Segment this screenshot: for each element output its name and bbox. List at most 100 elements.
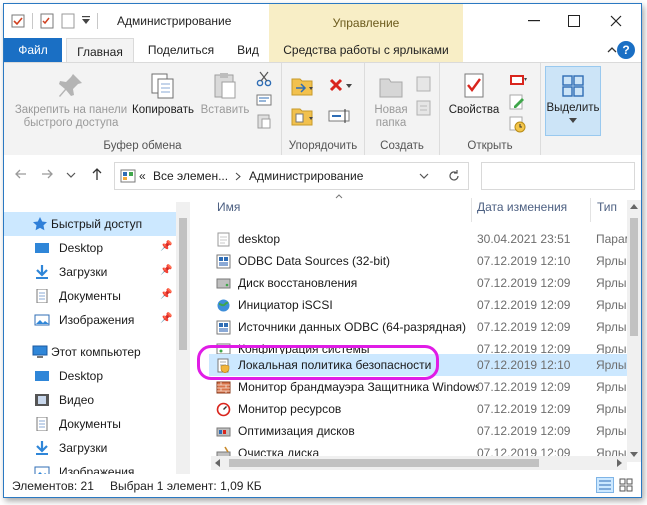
nav-quick-documents[interactable]: Документы 📌 — [4, 284, 176, 308]
select-all-icon — [562, 75, 584, 97]
nav-quick-pictures[interactable]: Изображения 📌 — [4, 308, 176, 332]
tab-share[interactable]: Поделиться — [137, 38, 225, 62]
large-icons-view-icon[interactable] — [618, 477, 634, 493]
file-row[interactable]: Оптимизация дисков 07.12.2019 12:09 Ярлы… — [209, 420, 628, 442]
pictures-icon — [34, 466, 50, 474]
file-row[interactable]: Монитор брандмауэра Защитника Windows 07… — [209, 376, 628, 398]
column-header-date[interactable]: Дата изменения — [477, 200, 567, 222]
breadcrumb-administration[interactable]: Администрирование — [249, 169, 363, 183]
up-icon[interactable] — [90, 167, 104, 181]
paste-button[interactable]: Вставить — [198, 71, 252, 117]
status-bar: Элементов: 21 Выбран 1 элемент: 1,09 КБ — [4, 474, 641, 497]
pin-quick-access-button[interactable]: Закрепить на панели быстрого доступа — [10, 71, 132, 130]
ribbon-tabs: Файл Главная Поделиться Вид Средства раб… — [4, 38, 641, 64]
nav-quick-desktop[interactable]: Desktop 📌 — [4, 236, 176, 260]
column-header-type[interactable]: Тип — [597, 200, 617, 222]
tab-shortcut-tools[interactable]: Средства работы с ярлыками — [269, 38, 463, 62]
details-view-icon[interactable] — [596, 477, 614, 493]
pin-icon — [59, 74, 82, 97]
recent-locations-icon[interactable] — [66, 171, 76, 179]
minimize-icon — [528, 20, 540, 22]
ribbon: Закрепить на панели быстрого доступа Коп… — [4, 62, 641, 156]
file-row[interactable]: Инициатор iSCSI 07.12.2019 12:09 Ярлык — [209, 294, 628, 316]
search-input[interactable] — [481, 162, 635, 190]
edit-icon[interactable] — [508, 93, 526, 111]
column-header-name[interactable]: Имя — [217, 200, 240, 222]
explorer-window: Администрирование Управление Файл Главна… — [3, 3, 642, 498]
tab-view[interactable]: Вид — [228, 38, 268, 62]
nav-pc-videos[interactable]: Видео — [4, 388, 176, 412]
desktop-icon — [35, 371, 49, 381]
videos-icon — [35, 394, 49, 406]
qat-dropdown-icon[interactable] — [81, 16, 91, 26]
tab-file[interactable]: Файл — [4, 38, 62, 62]
file-row[interactable]: Монитор ресурсов 07.12.2019 12:09 Ярлык — [209, 398, 628, 420]
documents-icon — [36, 417, 48, 431]
scroll-up-icon[interactable] — [630, 204, 638, 209]
copy-path-icon[interactable] — [256, 93, 272, 107]
copy-to-icon[interactable] — [290, 105, 316, 127]
forward-icon[interactable] — [40, 167, 54, 181]
pinned-icon: 📌 — [160, 265, 173, 276]
properties-small-icon[interactable] — [10, 13, 26, 29]
history-icon[interactable] — [508, 115, 526, 133]
file-row[interactable]: Источники данных ODBC (64-разрядная) 07.… — [209, 316, 628, 338]
file-list: Имя Дата изменения Тип desktop 30.04.202… — [199, 192, 641, 474]
file-row-selected[interactable]: Локальная политика безопасности 07.12.20… — [209, 354, 628, 376]
file-row[interactable]: ODBC Data Sources (32-bit) 07.12.2019 12… — [209, 250, 628, 272]
nav-pc-documents[interactable]: Документы — [4, 412, 176, 436]
scroll-right-icon[interactable] — [617, 459, 622, 467]
move-to-icon[interactable] — [290, 75, 316, 97]
nav-pc-pictures[interactable]: Изображения — [4, 460, 176, 474]
nav-scrollbar-thumb[interactable] — [179, 218, 187, 350]
nav-pc-desktop[interactable]: Desktop — [4, 364, 176, 388]
select-dropdown-icon — [569, 118, 577, 123]
file-list-horizontal-scrollbar[interactable] — [211, 456, 627, 470]
defrag-icon — [216, 427, 231, 437]
help-button[interactable]: ? — [617, 41, 635, 59]
nav-this-pc[interactable]: Этот компьютер — [4, 340, 176, 364]
checklist-icon[interactable] — [39, 13, 55, 29]
column-divider[interactable] — [590, 198, 591, 222]
ribbon-collapse-icon[interactable] — [607, 46, 617, 54]
vertical-scrollbar-thumb[interactable] — [630, 218, 638, 336]
rename-icon[interactable] — [328, 107, 352, 125]
refresh-icon[interactable] — [447, 169, 461, 183]
scroll-left-icon[interactable] — [215, 459, 220, 467]
column-divider[interactable] — [471, 198, 472, 222]
nav-quick-downloads[interactable]: Загрузки 📌 — [4, 260, 176, 284]
sort-up-icon — [335, 194, 343, 199]
blank-doc-icon[interactable] — [61, 13, 75, 29]
open-icon[interactable] — [508, 71, 528, 89]
easy-access-icon[interactable] — [415, 99, 433, 117]
properties-button[interactable]: Свойства — [444, 71, 504, 117]
scroll-down-icon[interactable] — [630, 452, 638, 457]
copy-button[interactable]: Копировать — [130, 71, 196, 117]
select-button[interactable]: Выделить — [545, 66, 601, 136]
file-row[interactable]: desktop 30.04.2021 23:51 Параметры — [209, 228, 628, 250]
address-bar[interactable]: « Все элемен... Администрирование — [114, 162, 469, 190]
breadcrumb-all-items[interactable]: Все элемен... — [153, 169, 228, 183]
address-dropdown-icon[interactable] — [419, 172, 429, 180]
file-row[interactable]: Очистка диска 07.12.2019 12:09 Ярлык — [209, 442, 627, 456]
minimize-button[interactable] — [514, 8, 554, 34]
close-button[interactable] — [596, 8, 636, 34]
new-item-icon[interactable] — [415, 75, 433, 93]
new-folder-button[interactable]: Новая папка — [367, 71, 415, 130]
create-group: Новая папка Создать — [365, 63, 440, 155]
delete-icon[interactable] — [328, 77, 354, 95]
paste-shortcut-icon[interactable] — [256, 113, 272, 129]
back-icon[interactable] — [14, 167, 28, 181]
maximize-button[interactable] — [554, 8, 594, 34]
address-overflow[interactable]: « — [139, 169, 146, 183]
nav-pc-downloads[interactable]: Загрузки — [4, 436, 176, 460]
nav-scrollbar[interactable] — [176, 202, 190, 474]
file-row[interactable]: Диск восстановления 07.12.2019 12:09 Ярл… — [209, 272, 628, 294]
cut-icon[interactable] — [256, 71, 272, 87]
nav-quick-access[interactable]: Быстрый доступ — [4, 212, 176, 236]
tab-home[interactable]: Главная — [66, 38, 134, 64]
file-list-vertical-scrollbar[interactable] — [627, 200, 641, 462]
breadcrumb-separator-icon[interactable] — [235, 172, 241, 181]
horizontal-scrollbar-thumb[interactable] — [229, 459, 539, 467]
iscsi-globe-icon — [217, 299, 230, 312]
